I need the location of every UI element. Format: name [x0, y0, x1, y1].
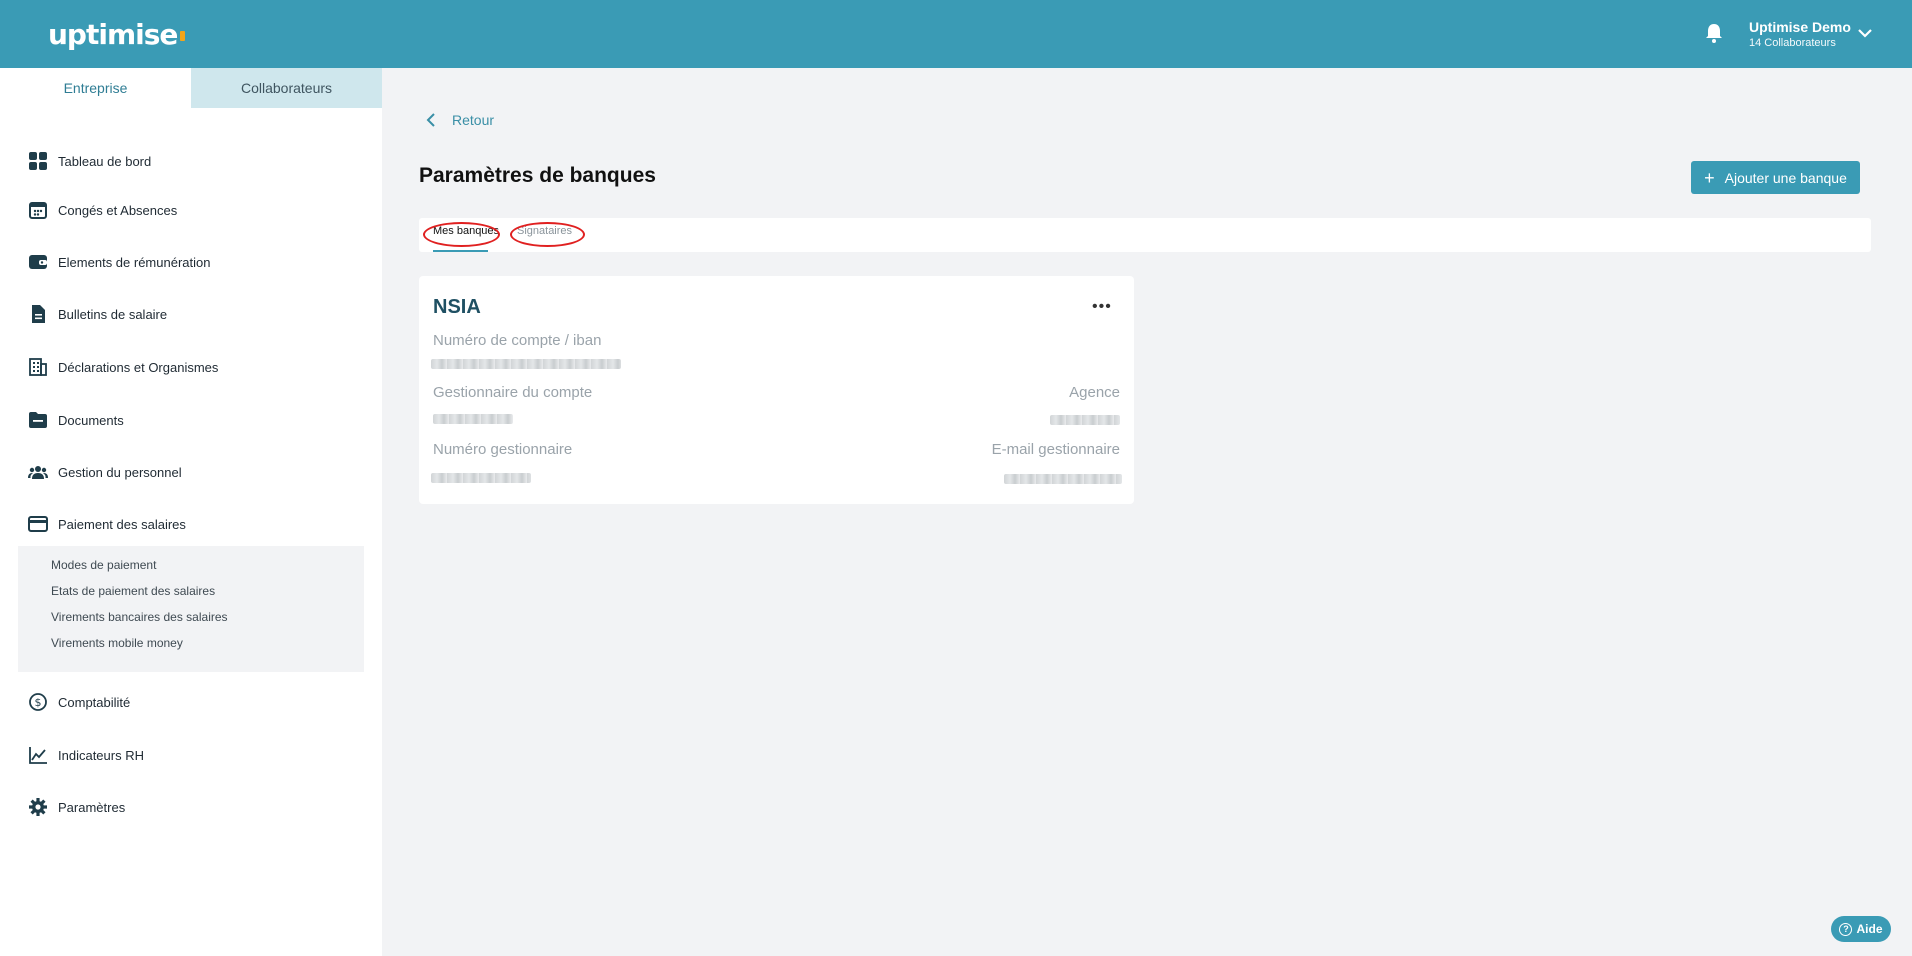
plus-icon: + [1704, 167, 1715, 188]
dashboard-icon [28, 151, 48, 171]
agency-label: Agence [1069, 384, 1120, 401]
sidebar-item-label: Gestion du personnel [58, 464, 182, 480]
sidebar-item-indicateurs-rh[interactable]: Indicateurs RH [28, 743, 144, 767]
annotation-circle-mes-banques [423, 222, 500, 247]
account-number-label: Numéro de compte / iban [433, 332, 602, 349]
add-bank-label: Ajouter une banque [1724, 169, 1847, 186]
submenu-item-virements-mobile-money[interactable]: Virements mobile money [51, 636, 183, 650]
calendar-icon [28, 200, 48, 220]
help-label: Aide [1856, 922, 1883, 936]
chart-line-icon [28, 745, 48, 765]
sidebar-item-label: Déclarations et Organismes [58, 359, 219, 375]
help-button[interactable]: ? Aide [1831, 916, 1891, 942]
sidebar-item-label: Tableau de bord [58, 153, 152, 169]
user-collaborators-count: 14 Collaborateurs [1749, 37, 1836, 49]
manager-email-label: E-mail gestionnaire [991, 441, 1120, 458]
account-manager-label: Gestionnaire du compte [433, 384, 593, 401]
sidebar-item-label: Indicateurs RH [58, 747, 144, 763]
wallet-icon [28, 252, 48, 272]
manager-email-value-redacted [1004, 474, 1122, 484]
sidebar-item-gestion-personnel[interactable]: Gestion du personnel [28, 460, 182, 484]
help-icon: ? [1839, 922, 1853, 936]
user-menu[interactable]: Uptimise Demo 14 Collaborateurs [1749, 18, 1851, 51]
logo-flag-mark [180, 31, 186, 41]
sidebar-item-label: Elements de rémunération [58, 254, 211, 270]
folder-icon [28, 410, 48, 430]
add-bank-button[interactable]: + Ajouter une banque [1691, 161, 1860, 194]
dollar-circle-icon: $ [28, 692, 48, 712]
sidebar-item-documents[interactable]: Documents [28, 408, 124, 432]
card-icon [28, 514, 48, 534]
manager-number-label: Numéro gestionnaire [433, 441, 573, 458]
sidebar-item-label: Documents [58, 412, 124, 428]
tab-entreprise[interactable]: Entreprise [0, 68, 191, 108]
chevron-down-icon[interactable] [1856, 24, 1874, 42]
bank-name: NSIA [433, 296, 481, 318]
account-manager-value-redacted [433, 414, 513, 424]
sidebar-item-conges[interactable]: Congés et Absences [28, 198, 177, 222]
sidebar-item-parametres[interactable]: Paramètres [28, 795, 125, 819]
sidebar-item-label: Congés et Absences [58, 202, 178, 218]
page-title: Paramètres de banques [419, 164, 656, 187]
sidebar-item-label: Paramètres [58, 799, 126, 815]
paiement-submenu: Modes de paiement Etats de paiement des … [18, 546, 364, 672]
logo-text: uptimise [48, 17, 178, 51]
back-label: Retour [452, 112, 495, 128]
sidebar-item-remuneration[interactable]: Elements de rémunération [28, 250, 210, 274]
submenu-item-modes-paiement[interactable]: Modes de paiement [51, 558, 156, 572]
top-bar: uptimise Uptimise Demo 14 Collaborateurs [0, 0, 1912, 68]
sidebar-item-paiement-salaires[interactable]: Paiement des salaires [28, 512, 186, 536]
logo[interactable]: uptimise [48, 14, 186, 54]
manager-number-value-redacted [431, 473, 531, 483]
active-tab-indicator [433, 250, 488, 252]
bank-tabs: Mes banques Signataires [419, 218, 1871, 252]
annotation-circle-signataires [510, 222, 585, 247]
sidebar-tabs: Entreprise Collaborateurs [0, 68, 382, 108]
sidebar-item-bulletins[interactable]: Bulletins de salaire [28, 302, 167, 326]
back-link[interactable]: Retour [426, 112, 494, 128]
sidebar-item-comptabilite[interactable]: $ Comptabilité [28, 690, 130, 714]
sidebar-item-declarations[interactable]: Déclarations et Organismes [28, 355, 218, 379]
submenu-item-etats-paiement[interactable]: Etats de paiement des salaires [51, 584, 215, 598]
svg-text:$: $ [35, 696, 42, 709]
account-number-value-redacted [431, 359, 621, 369]
bell-icon[interactable] [1704, 22, 1724, 44]
chevron-left-icon [426, 113, 435, 127]
sidebar-item-label: Bulletins de salaire [58, 306, 168, 322]
sidebar-item-tableau-de-bord[interactable]: Tableau de bord [28, 149, 151, 173]
user-name: Uptimise Demo [1749, 19, 1851, 35]
gear-icon [28, 797, 48, 817]
submenu-item-virements-bancaires[interactable]: Virements bancaires des salaires [51, 610, 228, 624]
building-icon [28, 357, 48, 377]
sidebar: Entreprise Collaborateurs Tableau de bor… [0, 68, 382, 956]
tab-collaborateurs[interactable]: Collaborateurs [191, 68, 382, 108]
more-options-icon[interactable]: ••• [1092, 298, 1112, 316]
sidebar-item-label: Comptabilité [58, 694, 131, 710]
sidebar-item-label: Paiement des salaires [58, 516, 186, 532]
people-icon [28, 462, 48, 482]
agency-value-redacted [1050, 415, 1120, 425]
bank-card: NSIA ••• Numéro de compte / iban Gestion… [419, 276, 1134, 504]
payslip-icon [28, 304, 48, 324]
